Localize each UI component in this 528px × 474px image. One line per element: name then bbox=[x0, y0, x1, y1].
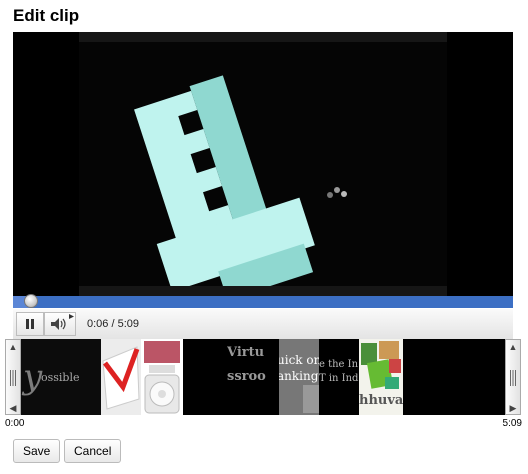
thumbnail-caption: hhuva bbox=[359, 393, 403, 408]
thumbnail-9[interactable] bbox=[403, 339, 505, 415]
ipod-icon bbox=[141, 339, 183, 415]
thumbnail-5[interactable]: Virtu ssroo bbox=[227, 339, 279, 415]
loading-spinner-icon bbox=[327, 187, 347, 198]
filmstrip-end-time: 5:09 bbox=[502, 418, 522, 429]
thumbnail-caption: Virtu bbox=[227, 345, 265, 360]
chevron-left-icon: ◀ bbox=[9, 403, 17, 413]
thumbnail-caption: e the In bbox=[319, 359, 359, 370]
thumbnail-4[interactable] bbox=[183, 339, 227, 415]
chevron-up-icon: ▲ bbox=[508, 342, 518, 352]
video-frame-graphic bbox=[134, 75, 315, 296]
filmstrip-thumbnails[interactable]: y ossible Virtu ssroo uick on anking e t… bbox=[21, 339, 505, 415]
thumbnail-6[interactable]: uick on anking bbox=[279, 339, 319, 415]
volume-button[interactable] bbox=[44, 312, 76, 336]
grip-icon bbox=[510, 370, 516, 386]
chevron-up-icon: ▲ bbox=[8, 342, 18, 352]
thumbnail-8[interactable]: hhuva bbox=[359, 339, 403, 415]
mail-envelope-icon bbox=[101, 339, 141, 415]
video-player[interactable] bbox=[13, 32, 513, 296]
pause-icon bbox=[26, 319, 34, 329]
thumbnail-caption: uick on bbox=[279, 353, 319, 367]
video-letterbox-bottom bbox=[79, 286, 447, 296]
thumbnail-person bbox=[303, 385, 319, 413]
video-frame[interactable] bbox=[79, 42, 447, 296]
cancel-button[interactable]: Cancel bbox=[64, 439, 122, 463]
thumbnail-2[interactable] bbox=[101, 339, 141, 415]
progress-bar[interactable] bbox=[13, 294, 513, 308]
thumbnail-caption: ssroo bbox=[227, 369, 266, 384]
chevron-right-icon: ▶ bbox=[509, 403, 517, 413]
thumbnail-caption: ossible bbox=[41, 371, 80, 384]
seek-handle[interactable] bbox=[23, 294, 38, 308]
save-button[interactable]: Save bbox=[13, 439, 61, 463]
pause-button[interactable] bbox=[16, 312, 44, 336]
video-letterbox-top bbox=[79, 32, 447, 42]
thumbnail-caption: T in Ind bbox=[319, 373, 359, 384]
volume-arrow-icon bbox=[69, 314, 74, 319]
thumbnail-1[interactable]: y ossible bbox=[21, 339, 101, 415]
thumbnail-caption: anking bbox=[279, 369, 319, 383]
time-display: 0:06 / 5:09 bbox=[87, 318, 139, 330]
player-controls: 0:06 / 5:09 bbox=[13, 309, 513, 340]
thumbnail-3[interactable] bbox=[141, 339, 183, 415]
filmstrip-start-time: 0:00 bbox=[5, 418, 25, 429]
filmstrip-right-handle[interactable]: ▲ ▶ bbox=[505, 339, 521, 415]
page-title: Edit clip bbox=[13, 6, 80, 25]
filmstrip[interactable]: ▲ ◀ y ossible Virtu ssroo uick on anking… bbox=[5, 339, 521, 415]
thumbnail-7[interactable]: e the In T in Ind bbox=[319, 339, 359, 415]
grip-icon bbox=[10, 370, 16, 386]
filmstrip-left-handle[interactable]: ▲ ◀ bbox=[5, 339, 21, 415]
volume-icon bbox=[51, 318, 66, 330]
